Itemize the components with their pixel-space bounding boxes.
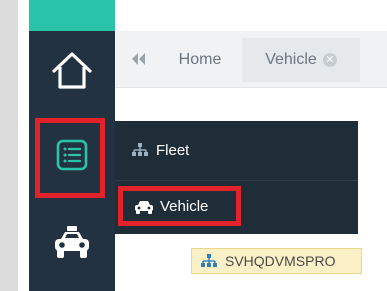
org-chart-icon [201, 254, 217, 268]
vehicle-menu-highlight [118, 186, 241, 226]
tree-node-label: SVHQDVMSPRO [225, 253, 336, 269]
house-outline-icon [52, 52, 92, 89]
double-chevron-left-icon [132, 53, 145, 65]
tab-vehicle-label: Vehicle [265, 51, 317, 68]
left-gutter [0, 0, 18, 291]
car-icon [55, 226, 89, 258]
tab-vehicle[interactable]: Vehicle ✕ [242, 38, 360, 82]
list-button-highlight [35, 118, 105, 198]
tab-collapse-button[interactable] [118, 44, 158, 74]
nav-home-button[interactable] [29, 42, 115, 100]
close-circle-icon[interactable]: ✕ [322, 53, 337, 67]
nav-rail-accent [29, 0, 115, 31]
tab-home-label: Home [178, 51, 222, 68]
menu-item-fleet-label: Fleet [156, 141, 190, 159]
page: Home Vehicle ✕ Fleet Vehicle SVHQDVMSPRO [0, 0, 387, 291]
menu-item-fleet[interactable]: Fleet [118, 126, 354, 174]
org-chart-icon [132, 143, 148, 157]
nav-vehicle-button[interactable] [29, 208, 115, 278]
tree-node[interactable]: SVHQDVMSPRO [191, 248, 362, 274]
menu-divider [115, 180, 358, 181]
tab-home[interactable]: Home [162, 38, 238, 82]
